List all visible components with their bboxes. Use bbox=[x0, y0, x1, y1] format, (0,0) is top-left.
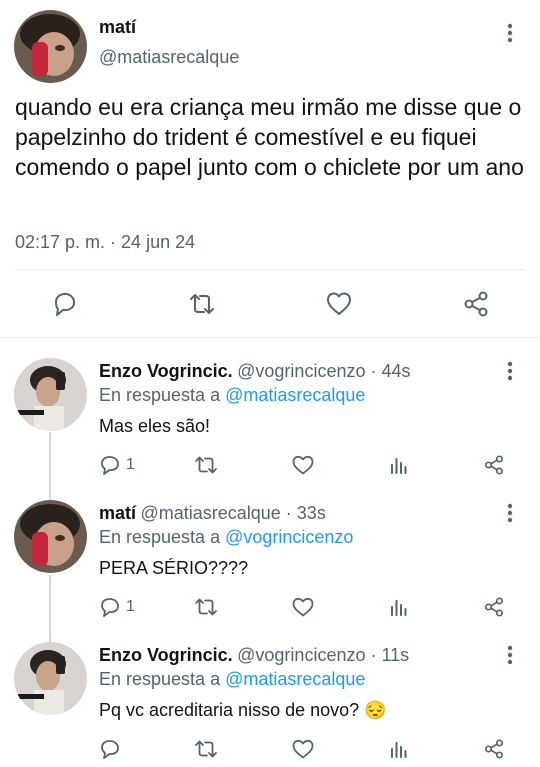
like-icon[interactable] bbox=[291, 454, 315, 476]
reply-text: Mas eles são! bbox=[99, 416, 211, 436]
retweet-icon[interactable] bbox=[193, 454, 219, 476]
views-icon[interactable] bbox=[388, 738, 410, 760]
in-reply-prefix: En respuesta a bbox=[99, 385, 221, 405]
in-reply-to-link[interactable]: @matiasrecalque bbox=[225, 669, 365, 689]
share-icon[interactable] bbox=[462, 290, 490, 318]
main-author-handle[interactable]: @matiasrecalque bbox=[99, 47, 239, 68]
retweet-icon[interactable] bbox=[193, 596, 219, 618]
reply-author-avatar[interactable] bbox=[14, 358, 87, 431]
more-options-icon[interactable] bbox=[500, 22, 520, 44]
in-reply-to-link[interactable]: @vogrincicenzo bbox=[225, 527, 353, 547]
reply-count: 1 bbox=[126, 598, 135, 615]
in-reply-to: En respuesta a @matiasrecalque bbox=[99, 669, 365, 690]
main-tweet-text: quando eu era criança meu irmão me disse… bbox=[15, 94, 524, 180]
main-author-avatar[interactable] bbox=[14, 10, 87, 83]
retweet-icon[interactable] bbox=[187, 290, 217, 318]
main-author-name[interactable]: matí bbox=[99, 17, 136, 38]
reply-author-name[interactable]: Enzo Vogrincic. bbox=[99, 361, 233, 381]
reply-text: Pq vc acreditaria nisso de novo? 😔 bbox=[99, 700, 387, 720]
divider bbox=[15, 269, 525, 270]
reply-handle-time[interactable]: @vogrincicenzo · 44s bbox=[237, 361, 410, 381]
reply-icon[interactable] bbox=[99, 738, 121, 760]
in-reply-to: En respuesta a @matiasrecalque bbox=[99, 385, 365, 406]
thread-line bbox=[49, 575, 51, 645]
more-options-icon[interactable] bbox=[500, 360, 520, 382]
main-tweet-timestamp[interactable]: 02:17 p. m. · 24 jun 24 bbox=[15, 232, 195, 253]
reply-icon[interactable] bbox=[50, 290, 78, 318]
reply-icon[interactable] bbox=[99, 596, 121, 618]
more-options-icon[interactable] bbox=[500, 644, 520, 666]
reply-header: matí @matiasrecalque · 33s bbox=[99, 503, 326, 524]
like-icon[interactable] bbox=[325, 290, 353, 318]
reply-handle-time[interactable]: @vogrincicenzo · 11s bbox=[237, 645, 409, 665]
reply-count: 1 bbox=[126, 456, 135, 473]
divider bbox=[0, 337, 540, 338]
like-icon[interactable] bbox=[291, 596, 315, 618]
like-icon[interactable] bbox=[291, 738, 315, 760]
views-icon[interactable] bbox=[388, 596, 410, 618]
share-icon[interactable] bbox=[483, 738, 505, 760]
reply-header: Enzo Vogrincic. @vogrincicenzo · 11s bbox=[99, 645, 409, 666]
reply-handle-time[interactable]: @matiasrecalque · 33s bbox=[140, 503, 325, 523]
retweet-icon[interactable] bbox=[193, 738, 219, 760]
reply-author-name[interactable]: matí bbox=[99, 503, 136, 523]
reply-author-avatar[interactable] bbox=[14, 500, 87, 573]
in-reply-to-link[interactable]: @matiasrecalque bbox=[225, 385, 365, 405]
reply-text: PERA SÉRIO???? bbox=[99, 558, 249, 578]
more-options-icon[interactable] bbox=[500, 502, 520, 524]
reply-header: Enzo Vogrincic. @vogrincicenzo · 44s bbox=[99, 361, 411, 382]
views-icon[interactable] bbox=[388, 454, 410, 476]
share-icon[interactable] bbox=[483, 596, 505, 618]
share-icon[interactable] bbox=[483, 454, 505, 476]
reply-author-avatar[interactable] bbox=[14, 642, 87, 715]
in-reply-to: En respuesta a @vogrincicenzo bbox=[99, 527, 353, 548]
thread-line bbox=[49, 432, 51, 502]
in-reply-prefix: En respuesta a bbox=[99, 527, 221, 547]
in-reply-prefix: En respuesta a bbox=[99, 669, 221, 689]
reply-icon[interactable] bbox=[99, 454, 121, 476]
reply-author-name[interactable]: Enzo Vogrincic. bbox=[99, 645, 233, 665]
